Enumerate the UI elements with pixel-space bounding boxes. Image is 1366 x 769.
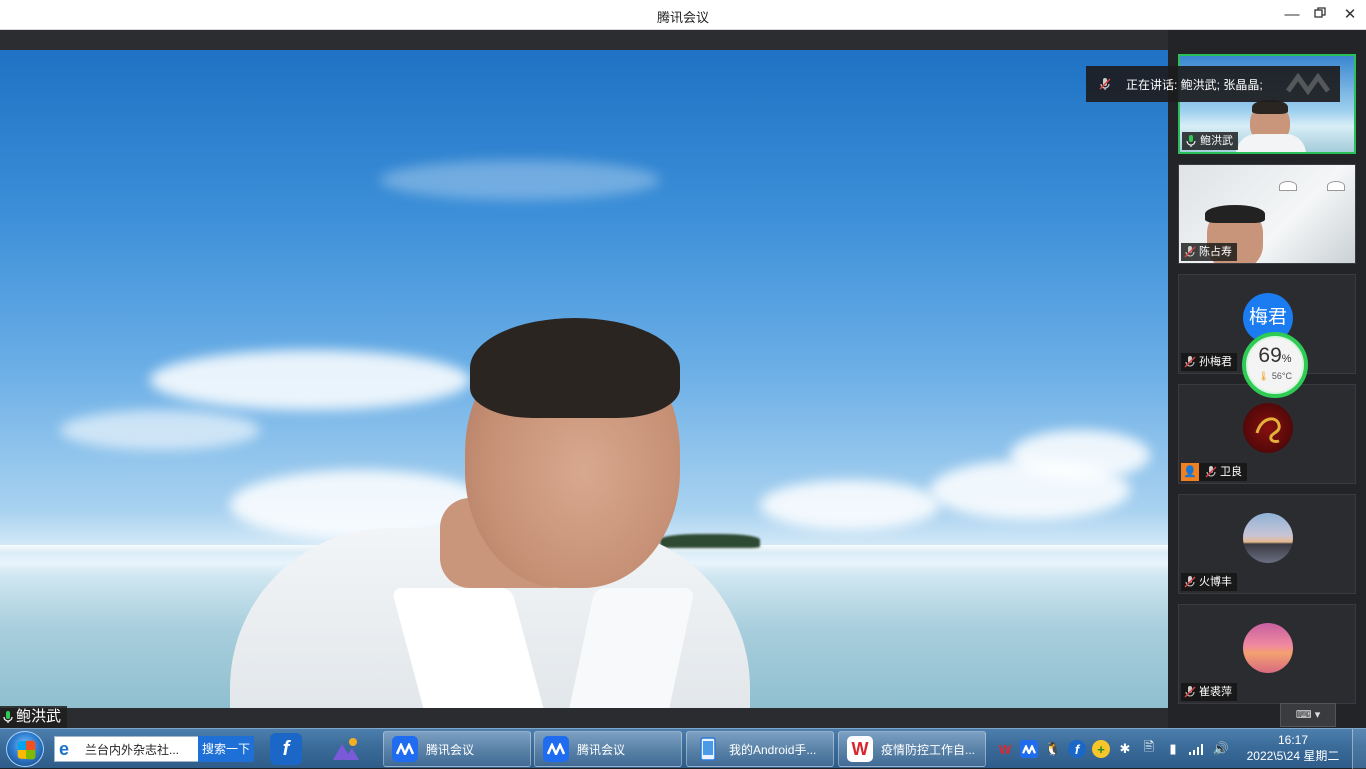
show-desktop-button[interactable] <box>1352 729 1366 769</box>
taskbar-button[interactable]: 我的Android手... <box>686 731 834 767</box>
ie-icon: e <box>59 738 70 759</box>
restore-icon[interactable] <box>1310 5 1330 25</box>
signal-icon[interactable] <box>1188 740 1206 758</box>
taskbar-button[interactable]: 腾讯会议 <box>534 731 682 767</box>
phone-icon <box>695 736 721 762</box>
wps-icon[interactable]: W <box>996 740 1014 758</box>
main-video[interactable]: 鲍洪武 <box>0 30 1168 728</box>
participant-tile[interactable]: 👤 卫良 <box>1178 384 1356 484</box>
tencent-meeting-tray-icon[interactable] <box>1020 740 1038 758</box>
taskbar-button-label: 腾讯会议 <box>577 742 626 757</box>
dragon-icon <box>1255 417 1281 443</box>
mic-muted-icon <box>1184 246 1196 258</box>
mic-on-icon <box>1186 135 1196 147</box>
minimize-icon[interactable]: — <box>1282 5 1302 25</box>
close-icon[interactable]: ✕ <box>1340 5 1360 25</box>
person-icon: 👤 <box>1181 462 1199 481</box>
flash-icon[interactable]: f <box>270 733 302 765</box>
participant-label: 崔裘萍 <box>1181 683 1237 701</box>
mic-muted-icon <box>1184 576 1196 588</box>
participant-tile[interactable]: 火博丰 <box>1178 494 1356 594</box>
participant-name: 孙梅君 <box>1199 356 1232 368</box>
cpu-temp: 56°C <box>1271 371 1293 381</box>
avatar <box>1243 623 1293 673</box>
avatar <box>1243 513 1293 563</box>
taskbar-button[interactable]: 腾讯会议 <box>383 731 531 767</box>
mic-muted-icon <box>1184 686 1196 698</box>
participant-label: 孙梅君 <box>1181 353 1237 371</box>
window-title: 腾讯会议 <box>656 10 709 25</box>
photos-icon[interactable] <box>330 733 362 765</box>
mic-muted-icon <box>1099 78 1111 90</box>
cpu-percent: 69 <box>1258 344 1282 367</box>
security-icon[interactable]: + <box>1092 740 1110 758</box>
clock-time: 16:17 <box>1277 733 1309 747</box>
tencent-meeting-icon <box>392 736 418 762</box>
participant-label: 👤 卫良 <box>1181 462 1247 481</box>
clock-date: 2022\5\24 星期二 <box>1246 749 1340 763</box>
participant-label: 鲍洪武 <box>1182 132 1238 150</box>
mic-on-icon <box>3 711 13 723</box>
taskbar-button-label: 疫情防控工作自... <box>881 742 976 757</box>
tencent-meeting-icon <box>543 736 569 762</box>
keyboard-icon[interactable]: ⌨ ▾ <box>1280 703 1336 727</box>
system-clock[interactable]: 16:17 2022\5\24 星期二 <box>1243 732 1343 764</box>
main-speaker-name: 鲍洪武 <box>16 708 62 725</box>
avatar <box>1243 403 1293 453</box>
usb-icon[interactable]: ▮ <box>1164 740 1182 758</box>
qq-icon[interactable]: 🐧 <box>1044 740 1062 758</box>
participant-name: 火博丰 <box>1199 576 1232 588</box>
participant-tile[interactable]: 崔裘萍 <box>1178 604 1356 704</box>
taskbar: e 兰台内外杂志社... 搜索一下 f 腾讯会议 腾讯会议 我的Android手… <box>0 728 1366 769</box>
main-speaker-label: 鲍洪武 <box>0 706 68 728</box>
taskbar-button[interactable]: W 疫情防控工作自... <box>838 731 986 767</box>
speaking-banner: 正在讲话: 鲍洪武; 张晶晶; <box>1086 66 1340 102</box>
participant-name: 卫良 <box>1220 466 1242 478</box>
flash-tray-icon[interactable]: f <box>1068 740 1086 758</box>
taskbar-button-label: 腾讯会议 <box>426 742 475 757</box>
search-text: 兰台内外杂志社... <box>85 742 180 757</box>
wps-writer-icon: W <box>847 736 873 762</box>
video-top-strip <box>0 30 1168 50</box>
system-tray: W 🐧 f + ✱ 🖹 ▮ 🔊 <box>988 729 1243 769</box>
volume-icon[interactable]: 🔊 <box>1212 740 1230 758</box>
participant-label: 火博丰 <box>1181 573 1237 591</box>
participant-name: 鲍洪武 <box>1200 135 1233 147</box>
tencent-meeting-logo-icon <box>1286 73 1330 95</box>
mic-muted-icon <box>1184 356 1196 368</box>
thermometer-icon: 🌡 <box>1257 371 1270 381</box>
percent-unit: % <box>1281 353 1292 365</box>
video-background <box>0 50 1168 708</box>
network-device-icon[interactable]: 🖹 <box>1140 739 1158 758</box>
search-input[interactable]: e 兰台内外杂志社... <box>54 736 200 762</box>
taskbar-button-label: 我的Android手... <box>729 742 817 757</box>
windows-logo-icon <box>17 740 36 760</box>
mic-muted-icon <box>1205 466 1217 478</box>
speaking-text: 正在讲话: 鲍洪武; 张晶晶; <box>1126 77 1263 92</box>
participant-tile[interactable]: 陈占寿 <box>1178 164 1356 264</box>
start-button[interactable] <box>6 731 44 767</box>
participant-name: 崔裘萍 <box>1199 686 1232 698</box>
participant-label: 陈占寿 <box>1181 243 1237 261</box>
participant-name: 陈占寿 <box>1199 246 1232 258</box>
bluetooth-icon[interactable]: ✱ <box>1116 740 1134 758</box>
search-button[interactable]: 搜索一下 <box>198 736 254 762</box>
performance-badge[interactable]: 69% 🌡 56°C <box>1242 332 1308 398</box>
speaker-video <box>230 298 750 708</box>
title-bar: 腾讯会议 — ✕ <box>0 0 1366 30</box>
